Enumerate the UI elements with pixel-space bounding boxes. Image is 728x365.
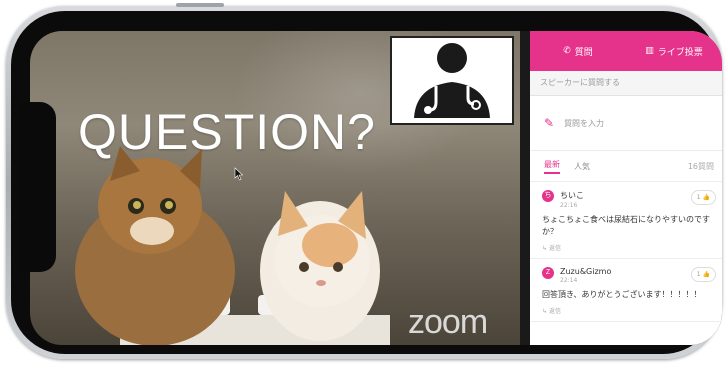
question-item: ち ちいこ 22:16 1 👍 ちょこちょこ食べは尿結石になりやすいのですか？ … xyxy=(530,182,722,259)
qa-tabs: ✆ 質問 ▥ ライブ投票 xyxy=(530,31,722,71)
mouse-cursor-icon xyxy=(234,167,244,181)
reply-button[interactable]: ↳ 返信 xyxy=(542,243,714,252)
reply-icon: ↳ xyxy=(542,308,548,315)
question-time: 22:16 xyxy=(560,202,578,209)
slide-question-text: QUESTION? xyxy=(78,104,376,160)
phone-screen: QUESTION? zoom ✆ 質問 ▥ ライブ投票 スピーカーに質問する ✎… xyxy=(30,31,722,345)
tab-live-poll[interactable]: ▥ ライブ投票 xyxy=(626,45,722,58)
like-button[interactable]: 1 👍 xyxy=(690,267,716,282)
question-time: 22:14 xyxy=(560,277,578,284)
video-area[interactable]: QUESTION? zoom xyxy=(30,31,520,345)
avatar: ち xyxy=(542,190,554,202)
like-count: 1 xyxy=(696,194,701,201)
phone-notch xyxy=(18,102,56,272)
qa-panel: ✆ 質問 ▥ ライブ投票 スピーカーに質問する ✎ 質問を入力 最新 人気 16… xyxy=(520,31,722,345)
sort-popular[interactable]: 人気 xyxy=(574,161,590,172)
like-button[interactable]: 1 👍 xyxy=(690,190,716,205)
phone-side-button xyxy=(176,3,224,7)
speaker-thumbnail[interactable] xyxy=(390,36,514,125)
question-icon: ✆ xyxy=(563,46,571,56)
reply-label: 返信 xyxy=(548,245,561,252)
thumbs-up-icon: 👍 xyxy=(702,194,710,201)
reply-button[interactable]: ↳ 返信 xyxy=(542,306,714,315)
thumbs-up-icon: 👍 xyxy=(702,271,710,278)
poll-icon: ▥ xyxy=(645,46,654,56)
reply-icon: ↳ xyxy=(542,245,548,252)
edit-icon: ✎ xyxy=(544,116,555,130)
tab-questions-label: 質問 xyxy=(574,47,593,58)
zoom-watermark: zoom xyxy=(408,303,488,341)
doctor-icon xyxy=(414,43,490,118)
avatar: Z xyxy=(542,267,554,279)
question-text: 回答頂き、ありがとうございます！！！！！ xyxy=(542,290,702,299)
question-author: ちいこ xyxy=(560,191,584,200)
like-count: 1 xyxy=(696,271,701,278)
tab-questions[interactable]: ✆ 質問 xyxy=(530,45,626,58)
question-input-placeholder: 質問を入力 xyxy=(564,118,605,128)
speaker-hint: スピーカーに質問する xyxy=(530,71,722,96)
question-text: ちょこちょこ食べは尿結石になりやすいのですか？ xyxy=(542,215,710,236)
sort-latest[interactable]: 最新 xyxy=(544,159,560,174)
sort-tabs: 最新 人気 16質問 xyxy=(530,151,722,182)
tab-live-poll-label: ライブ投票 xyxy=(657,47,703,58)
question-item: Z Zuzu&Gizmo 22:14 1 👍 回答頂き、ありがとうございます！！… xyxy=(530,259,722,322)
question-author: Zuzu&Gizmo xyxy=(560,267,612,276)
question-count: 16質問 xyxy=(687,161,714,171)
question-input[interactable]: ✎ 質問を入力 xyxy=(530,96,722,151)
reply-label: 返信 xyxy=(548,308,561,315)
